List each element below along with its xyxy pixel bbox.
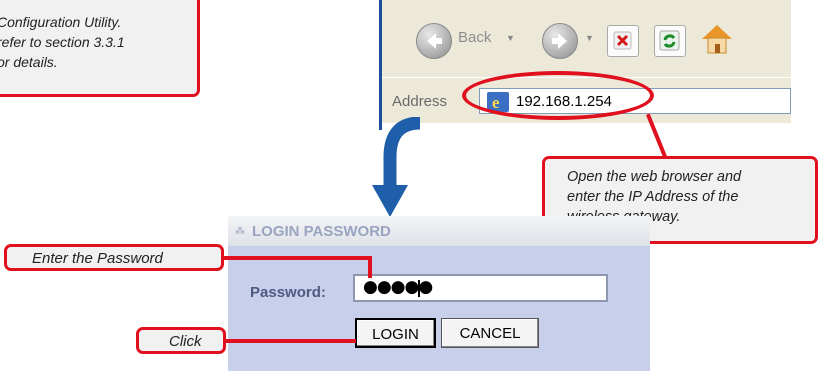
password-value: ●●●●● xyxy=(363,277,433,297)
connector-click xyxy=(224,339,356,343)
back-arrow-icon xyxy=(427,33,442,49)
refresh-icon xyxy=(659,30,680,51)
forward-arrow-icon xyxy=(552,33,567,49)
address-label: Address xyxy=(392,93,448,110)
forward-dropdown-icon[interactable]: ▼ xyxy=(585,33,594,43)
connector-password-drop xyxy=(368,256,372,278)
stop-icon xyxy=(613,31,632,50)
text-caret xyxy=(418,280,420,297)
note-line-1: Configuration Utility. xyxy=(0,14,122,30)
login-panel: ⁂ LOGIN PASSWORD Password: ●●●●● LOGIN C… xyxy=(228,216,650,371)
address-highlight-ellipse xyxy=(462,71,654,120)
login-button[interactable]: LOGIN xyxy=(355,318,436,348)
note-line-2: refer to section 3.3.1 xyxy=(0,34,125,50)
forward-button[interactable] xyxy=(542,23,578,59)
home-icon xyxy=(702,25,732,54)
password-input[interactable]: ●●●●● xyxy=(353,274,608,302)
refresh-button[interactable] xyxy=(654,25,686,57)
home-button[interactable] xyxy=(700,22,734,56)
browser-callout-line-2: enter the IP Address of the xyxy=(567,189,739,205)
back-label: Back xyxy=(458,29,492,46)
password-label: Password: xyxy=(250,284,326,301)
note-line-3: or details. xyxy=(0,54,58,70)
password-callout: Enter the Password xyxy=(4,244,224,271)
header-grip-icon: ⁂ xyxy=(235,226,245,237)
curved-down-arrow-icon xyxy=(372,117,421,217)
back-dropdown-icon[interactable]: ▼ xyxy=(506,33,515,43)
login-header: ⁂ LOGIN PASSWORD xyxy=(228,216,650,246)
browser-callout-line-1: Open the web browser and xyxy=(567,169,742,185)
browser-toolbar: Back ▼ ▼ xyxy=(382,0,791,77)
connector-password xyxy=(224,256,372,260)
click-callout: Click xyxy=(136,327,226,354)
note-callout: Configuration Utility. refer to section … xyxy=(0,0,200,97)
cancel-button[interactable]: CANCEL xyxy=(441,318,539,348)
stop-button[interactable] xyxy=(607,25,639,57)
back-button[interactable] xyxy=(416,23,452,59)
login-title: LOGIN PASSWORD xyxy=(252,223,391,240)
